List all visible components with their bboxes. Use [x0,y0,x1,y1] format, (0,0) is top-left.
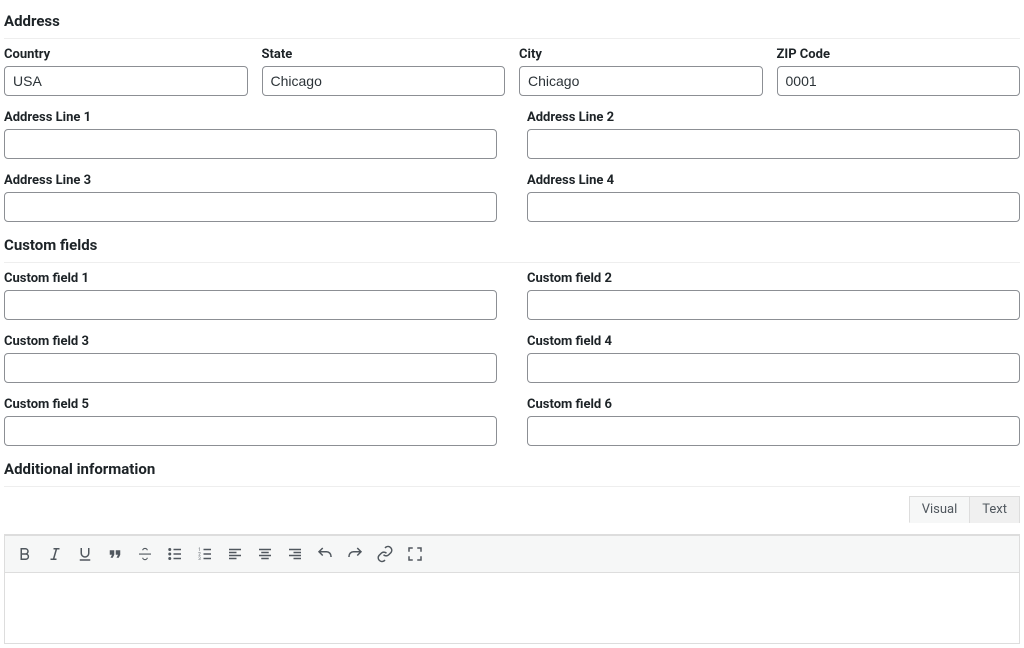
country-input[interactable] [4,66,248,96]
custom-field-6-input[interactable] [527,416,1020,446]
city-input[interactable] [519,66,763,96]
align-right-button[interactable] [281,540,309,568]
unordered-list-button[interactable] [161,540,189,568]
underline-button[interactable] [71,540,99,568]
custom-field-2-label: Custom field 2 [527,271,1020,286]
city-label: City [519,47,763,62]
custom-field-4-input[interactable] [527,353,1020,383]
quote-icon [106,545,124,563]
link-icon [376,545,394,563]
redo-button[interactable] [341,540,369,568]
address-line3-input[interactable] [4,192,497,222]
align-center-button[interactable] [251,540,279,568]
address-line1-label: Address Line 1 [4,110,497,125]
bullet-list-icon [166,545,184,563]
ordered-list-button[interactable]: 123 [191,540,219,568]
state-label: State [262,47,506,62]
redo-icon [346,545,364,563]
address-line4-input[interactable] [527,192,1020,222]
strikethrough-button[interactable] [131,540,159,568]
additional-info-section-title: Additional information [4,460,1020,487]
address-line4-label: Address Line 4 [527,173,1020,188]
align-right-icon [286,545,304,563]
numbered-list-icon: 123 [196,545,214,563]
editor-tab-visual[interactable]: Visual [909,496,971,523]
custom-field-6-label: Custom field 6 [527,397,1020,412]
undo-button[interactable] [311,540,339,568]
country-label: Country [4,47,248,62]
editor-content-area[interactable] [5,573,1019,643]
italic-button[interactable] [41,540,69,568]
zip-input[interactable] [777,66,1021,96]
svg-text:3: 3 [198,556,201,562]
fullscreen-icon [406,545,424,563]
custom-field-5-input[interactable] [4,416,497,446]
italic-icon [46,545,64,563]
zip-label: ZIP Code [777,47,1021,62]
bold-icon [16,545,34,563]
custom-fields-section-title: Custom fields [4,236,1020,263]
strikethrough-icon [136,545,154,563]
custom-field-5-label: Custom field 5 [4,397,497,412]
editor-tab-text[interactable]: Text [969,496,1020,523]
address-section-title: Address [4,12,1020,39]
fullscreen-button[interactable] [401,540,429,568]
address-line2-label: Address Line 2 [527,110,1020,125]
address-line1-input[interactable] [4,129,497,159]
custom-field-1-input[interactable] [4,290,497,320]
blockquote-button[interactable] [101,540,129,568]
custom-field-4-label: Custom field 4 [527,334,1020,349]
custom-field-3-label: Custom field 3 [4,334,497,349]
editor-toolbar: 123 [5,535,1019,573]
link-button[interactable] [371,540,399,568]
undo-icon [316,545,334,563]
underline-icon [76,545,94,563]
state-input[interactable] [262,66,506,96]
align-left-button[interactable] [221,540,249,568]
address-line3-label: Address Line 3 [4,173,497,188]
address-line2-input[interactable] [527,129,1020,159]
align-left-icon [226,545,244,563]
custom-field-3-input[interactable] [4,353,497,383]
align-center-icon [256,545,274,563]
bold-button[interactable] [11,540,39,568]
custom-field-2-input[interactable] [527,290,1020,320]
custom-field-1-label: Custom field 1 [4,271,497,286]
